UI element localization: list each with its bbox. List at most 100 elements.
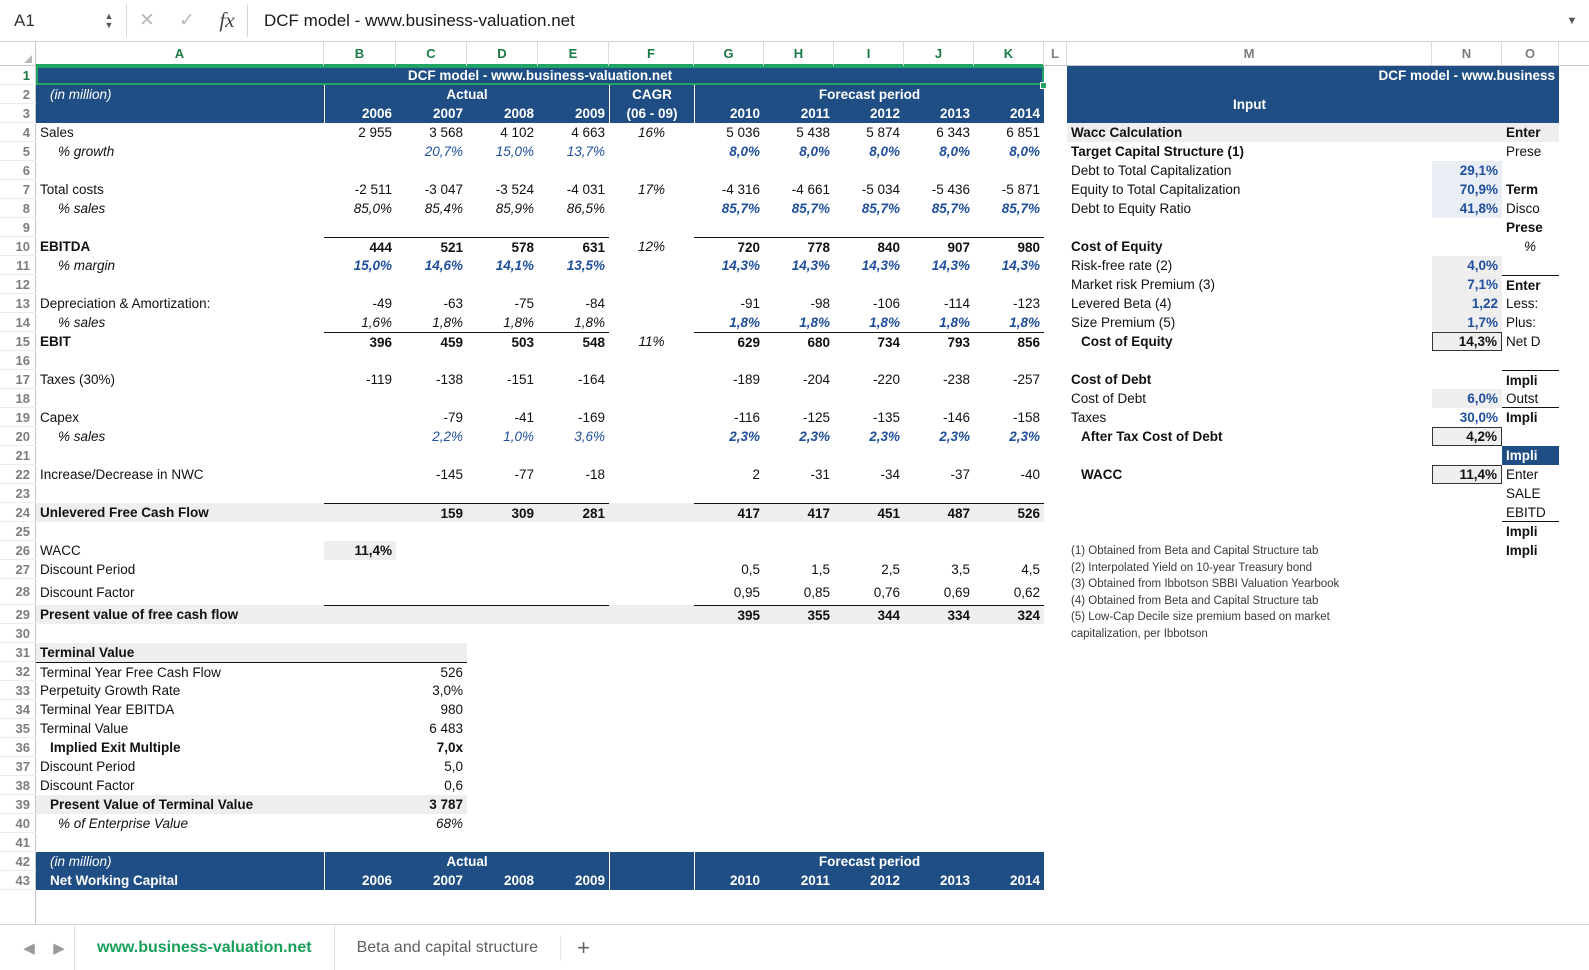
- row-header-12[interactable]: 12: [0, 275, 36, 294]
- wacc-value-22[interactable]: 11,4%: [1432, 465, 1502, 484]
- row-header-39[interactable]: 39: [0, 795, 36, 814]
- row-header-18[interactable]: 18: [0, 389, 36, 408]
- row-header-20[interactable]: 20: [0, 427, 36, 446]
- row-header-22[interactable]: 22: [0, 465, 36, 484]
- close-icon[interactable]: ✕: [127, 0, 167, 41]
- row-header-35[interactable]: 35: [0, 719, 36, 738]
- row-header-34[interactable]: 34: [0, 700, 36, 719]
- row-header-11[interactable]: 11: [0, 256, 36, 275]
- row-header-19[interactable]: 19: [0, 408, 36, 427]
- fill-handle[interactable]: [1040, 82, 1047, 89]
- column-header-b[interactable]: B: [324, 42, 396, 65]
- sheet-tab-1[interactable]: www.business-valuation.net: [74, 925, 335, 970]
- forecast-group-label[interactable]: Forecast period: [694, 85, 1044, 104]
- row-header-30[interactable]: 30: [0, 624, 36, 643]
- column-header-n[interactable]: N: [1432, 42, 1502, 65]
- row-header-28[interactable]: 28: [0, 579, 36, 605]
- row-header-24[interactable]: 24: [0, 503, 36, 522]
- add-sheet-button[interactable]: +: [560, 935, 606, 961]
- triangle-right-icon[interactable]: ▶: [44, 939, 74, 957]
- sheet-tab-2[interactable]: Beta and capital structure: [335, 925, 560, 970]
- column-header-h[interactable]: H: [764, 42, 834, 65]
- row-header-27[interactable]: 27: [0, 560, 36, 579]
- column-header-c[interactable]: C: [396, 42, 467, 65]
- wacc-value-20[interactable]: 4,2%: [1432, 427, 1502, 446]
- row-header-26[interactable]: 26: [0, 541, 36, 560]
- year-header-2009[interactable]: 2009: [538, 104, 609, 123]
- row-header-43[interactable]: 43: [0, 871, 36, 890]
- row-header-3[interactable]: 3: [0, 104, 36, 123]
- check-icon[interactable]: ✓: [167, 0, 207, 41]
- column-header-f[interactable]: F: [609, 42, 694, 65]
- triangle-left-icon[interactable]: ◀: [14, 939, 44, 957]
- row-header-15[interactable]: 15: [0, 332, 36, 351]
- column-header-m[interactable]: M: [1067, 42, 1432, 65]
- row-header-4[interactable]: 4: [0, 123, 36, 142]
- column-header-d[interactable]: D: [467, 42, 538, 65]
- spreadsheet-grid[interactable]: ABCDEFGHIJKLMNO 123456789101112131415161…: [0, 42, 1589, 924]
- fx-icon[interactable]: fx: [207, 0, 247, 41]
- year-header-2014[interactable]: 2014: [974, 104, 1044, 123]
- row-header-17[interactable]: 17: [0, 370, 36, 389]
- row-header-14[interactable]: 14: [0, 313, 36, 332]
- year-header-2007[interactable]: 2007: [396, 104, 467, 123]
- wacc-value-8[interactable]: 41,8%: [1432, 199, 1502, 218]
- spinner-down-icon[interactable]: ▼: [105, 22, 114, 29]
- column-header-i[interactable]: I: [834, 42, 904, 65]
- row-header-23[interactable]: 23: [0, 484, 36, 503]
- column-header-e[interactable]: E: [538, 42, 609, 65]
- row-header-36[interactable]: 36: [0, 738, 36, 757]
- title-banner[interactable]: DCF model - www.business-valuation.net: [36, 66, 1044, 85]
- row-header-25[interactable]: 25: [0, 522, 36, 541]
- row-header-7[interactable]: 7: [0, 180, 36, 199]
- wacc-value-19[interactable]: 30,0%: [1432, 408, 1502, 427]
- chevron-down-icon[interactable]: ▼: [1555, 0, 1589, 41]
- column-header-g[interactable]: G: [694, 42, 764, 65]
- year-header-2010[interactable]: 2010: [694, 104, 764, 123]
- row-header-40[interactable]: 40: [0, 814, 36, 833]
- column-header-o[interactable]: O: [1502, 42, 1559, 65]
- column-header-j[interactable]: J: [904, 42, 974, 65]
- row-header-32[interactable]: 32: [0, 662, 36, 681]
- row-header-13[interactable]: 13: [0, 294, 36, 313]
- year-header-2012[interactable]: 2012: [834, 104, 904, 123]
- row-header-10[interactable]: 10: [0, 237, 36, 256]
- actual-group-label[interactable]: Actual: [324, 85, 609, 104]
- row-header-6[interactable]: 6: [0, 161, 36, 180]
- cagr-sub-label[interactable]: (06 - 09): [609, 104, 694, 123]
- row-header-2[interactable]: 2: [0, 85, 36, 104]
- wacc-value-18[interactable]: 6,0%: [1432, 389, 1502, 408]
- wacc-value-14[interactable]: 1,7%: [1432, 313, 1502, 332]
- year-header-2013[interactable]: 2013: [904, 104, 974, 123]
- row-header-33[interactable]: 33: [0, 681, 36, 700]
- wacc-value-12[interactable]: 7,1%: [1432, 275, 1502, 294]
- formula-input[interactable]: DCF model - www.business-valuation.net: [248, 0, 1555, 41]
- wacc-value-13[interactable]: 1,22: [1432, 294, 1502, 313]
- row-header-16[interactable]: 16: [0, 351, 36, 370]
- row-header-29[interactable]: 29: [0, 605, 36, 624]
- row-header-38[interactable]: 38: [0, 776, 36, 795]
- row-header-21[interactable]: 21: [0, 446, 36, 465]
- header-filler-a3[interactable]: [36, 104, 324, 123]
- row-header-5[interactable]: 5: [0, 142, 36, 161]
- cagr-group-label[interactable]: CAGR: [609, 85, 694, 104]
- wacc-value-15[interactable]: 14,3%: [1432, 332, 1502, 351]
- name-box[interactable]: A1: [0, 0, 92, 41]
- row-header-42[interactable]: 42: [0, 852, 36, 871]
- select-all-corner[interactable]: [0, 42, 36, 65]
- row-header-9[interactable]: 9: [0, 218, 36, 237]
- row-header-37[interactable]: 37: [0, 757, 36, 776]
- column-header-l[interactable]: L: [1044, 42, 1067, 65]
- year-header-2011[interactable]: 2011: [764, 104, 834, 123]
- row-header-1[interactable]: 1: [0, 66, 36, 85]
- column-header-k[interactable]: K: [974, 42, 1044, 65]
- column-header-a[interactable]: A: [36, 42, 324, 65]
- name-box-spinner[interactable]: ▲ ▼: [92, 0, 126, 41]
- wacc-value-7[interactable]: 70,9%: [1432, 180, 1502, 199]
- row-header-31[interactable]: 31: [0, 643, 36, 662]
- year-header-2008[interactable]: 2008: [467, 104, 538, 123]
- wacc-value-11[interactable]: 4,0%: [1432, 256, 1502, 275]
- wacc-value-6[interactable]: 29,1%: [1432, 161, 1502, 180]
- row-header-8[interactable]: 8: [0, 199, 36, 218]
- spinner-up-icon[interactable]: ▲: [105, 13, 114, 20]
